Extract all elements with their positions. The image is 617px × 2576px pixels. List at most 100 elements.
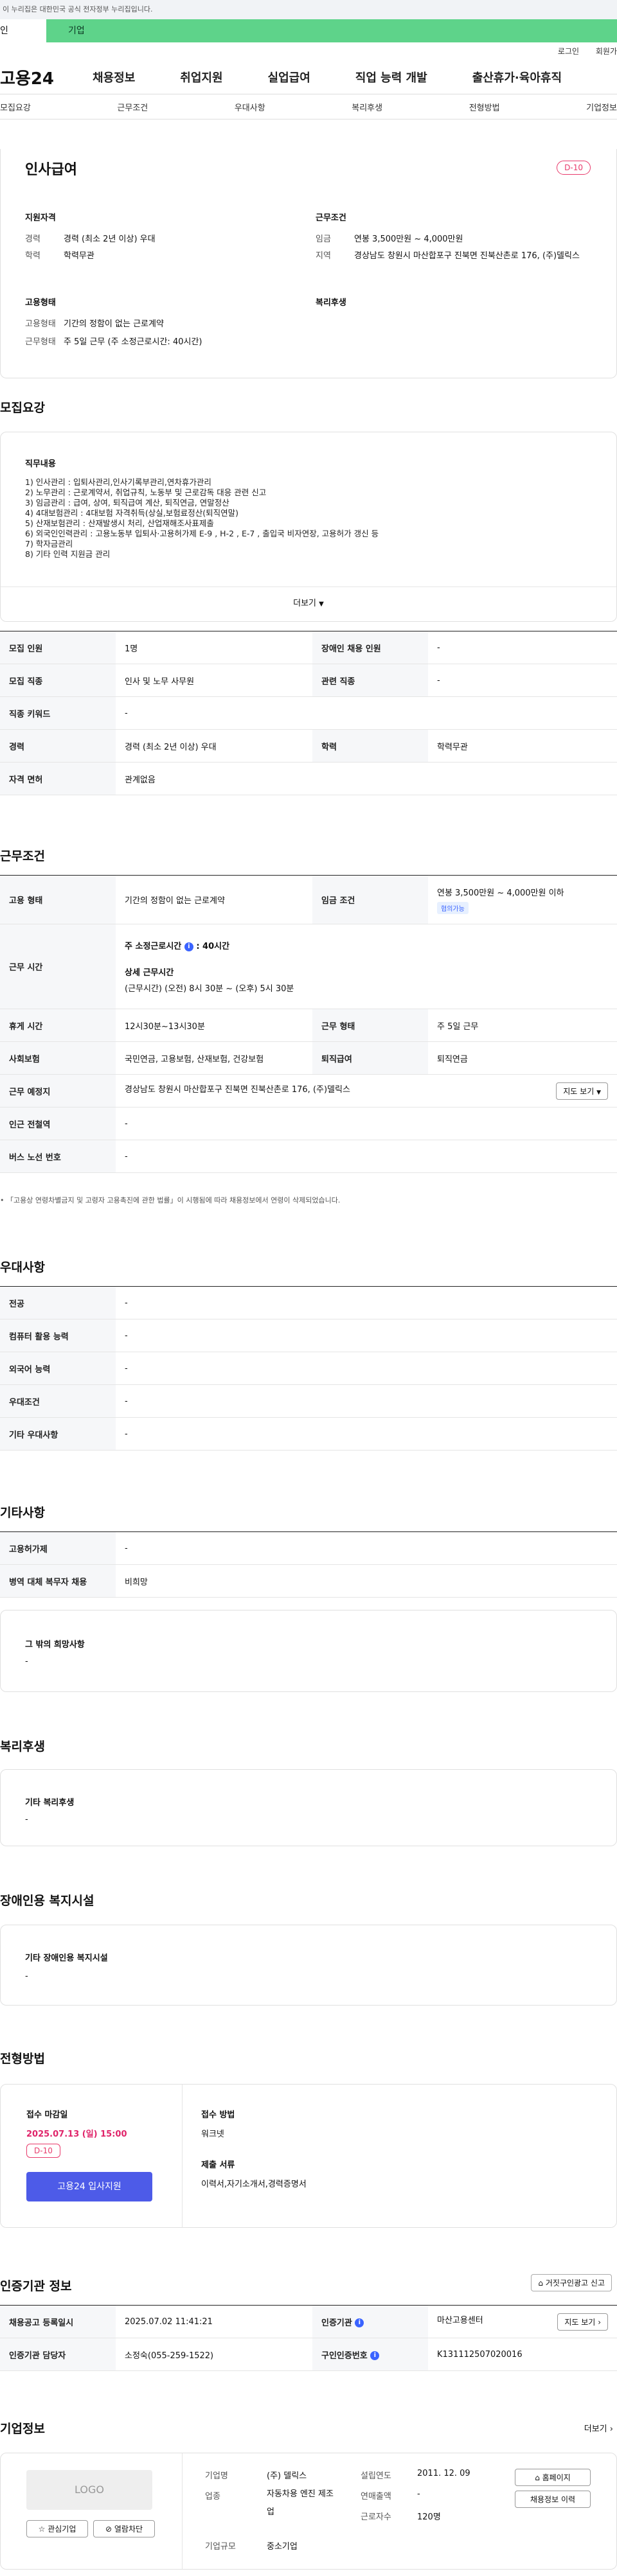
wage-value: 연봉 3,500만원 ~ 4,000만원 이하 (437, 888, 564, 898)
org-key-cell: 인증기관 i (312, 2305, 428, 2338)
wage-key: 임금 (316, 234, 331, 244)
table-value: 학력무관 (428, 729, 617, 763)
chevron-right-icon: › (609, 2424, 613, 2434)
emptype-row: 고용형태 기간의 정함이 없는 근로계약 (25, 316, 164, 333)
site-logo[interactable]: 고용24 (0, 66, 54, 89)
nav-jobs[interactable]: 채용정보 (93, 69, 135, 85)
block-button[interactable]: ⊘ 열람차단 (93, 2520, 155, 2537)
station-key: 인근 전철역 (0, 1107, 116, 1140)
anchor-recruit[interactable]: 모집요강 (0, 101, 31, 113)
career-row: 경력 경력 (최소 2년 이상) 우대 (25, 231, 156, 248)
tab-company[interactable]: 기업 (46, 19, 126, 42)
table-row: 채용공고 등록일시 2025.07.02 11:41:21 인증기관 i 마산고… (0, 2305, 617, 2338)
age-notice-text: 「고용상 연령차별금지 및 고령자 고용촉진에 관한 법률」이 시행됨에 따라 … (6, 1196, 341, 1204)
job-history-button[interactable]: 채용정보 이력 (515, 2491, 591, 2508)
map-button-label: 지도 보기 (563, 1086, 595, 1096)
table-key: 모집 직종 (0, 664, 116, 697)
page: 이 누리집은 대한민국 공식 전자정부 누리집입니다. 인 기업 로그인 회원가… (0, 0, 617, 2576)
disabled-heading: 장애인용 복지시설 (0, 1894, 94, 1908)
tab-individual[interactable]: 인 (0, 19, 46, 42)
emp-value: 기간의 정함이 없는 근로계약 (116, 875, 312, 924)
table-row: 모집 직종 인사 및 노무 사무원 관련 직종 - (0, 664, 617, 697)
wage-key: 임금 조건 (312, 875, 428, 924)
industry-value: 자동차용 엔진 제조업 (267, 2489, 334, 2517)
service-tabs: 인 기업 (0, 19, 617, 42)
anchor-preference[interactable]: 우대사항 (235, 101, 265, 113)
process-heading: 전형방법 (0, 2052, 45, 2066)
job-desc-line: 7) 학자금관리 (25, 539, 73, 549)
ret-key: 퇴직급여 (312, 1041, 428, 1075)
table-row: 외국어 능력 - (0, 1352, 617, 1385)
hours-total-value: : 40시간 (196, 942, 230, 951)
nav-parental-leave[interactable]: 출산휴가·육아휴직 (472, 69, 562, 85)
org-cell: 마산고용센터 지도 보기 › (428, 2305, 617, 2338)
interest-button[interactable]: ☆ 관심기업 (26, 2520, 88, 2537)
size-value: 중소기업 (267, 2542, 298, 2552)
table-value: 비희망 (116, 1564, 617, 1598)
star-icon: ☆ (38, 2525, 46, 2534)
table-row: 자격 면허 관계없음 (0, 762, 617, 795)
hours-cell: 주 소정근로시간 i : 40시간 상세 근무시간 (근무시간) (오전) 8시… (116, 924, 617, 1009)
info-icon[interactable]: i (370, 2351, 380, 2360)
year-key: 설립연도 (361, 2471, 391, 2481)
table-row: 인근 전철역 - (0, 1107, 617, 1140)
deadline-value: 2025.07.13 (일) 15:00 (26, 2130, 127, 2139)
employees-value: 120명 (417, 2512, 441, 2522)
chevron-down-icon: ▼ (596, 1089, 601, 1096)
cert-map-button[interactable]: 지도 보기 › (557, 2313, 608, 2331)
year-value: 2011. 12. 09 (417, 2469, 470, 2478)
table-row: 경력 경력 (최소 2년 이상) 우대 학력 학력무관 (0, 729, 617, 763)
more-toggle[interactable]: 더보기 ▼ (1, 587, 616, 621)
wage-value: 연봉 3,500만원 ~ 4,000만원 (354, 234, 463, 244)
worktype-key: 근무형태 (25, 337, 56, 347)
others-heading: 기타사항 (0, 1506, 45, 1520)
info-icon[interactable]: i (355, 2318, 364, 2327)
nav-unemployment-benefit[interactable]: 실업급여 (268, 69, 310, 85)
nav-vocational-training[interactable]: 직업 능력 개발 (355, 69, 427, 85)
signup-link[interactable]: 회원가 (596, 47, 617, 56)
table-row: 전공 - (0, 1286, 617, 1319)
summary-card: 인사급여 D-10 지원자격 경력 경력 (최소 2년 이상) 우대 학력 학력무관… (0, 149, 617, 378)
hours-detail-title: 상세 근무시간 (125, 968, 174, 978)
nav-employment-support[interactable]: 취업지원 (180, 69, 222, 85)
emp-heading: 고용형태 (25, 298, 56, 308)
table-row: 컴퓨터 활용 능력 - (0, 1319, 617, 1352)
table-value: 관계없음 (116, 762, 617, 795)
sales-value: - (417, 2489, 420, 2499)
preference-heading: 우대사항 (0, 1260, 45, 1275)
global-nav: 고용24 채용정보 취업지원 실업급여 직업 능력 개발 출산휴가·육아휴직 (0, 60, 617, 94)
job-desc-card: 직무내용 1) 인사관리 : 입퇴사관리,인사기록부관리,연차휴가관리 2) 노무… (0, 432, 617, 622)
industry-key: 업종 (205, 2492, 220, 2501)
anchor-process[interactable]: 전형방법 (469, 101, 500, 113)
station-value: - (116, 1107, 617, 1140)
company-more-link[interactable]: 더보기 › (584, 2422, 613, 2434)
table-row: 직종 키워드 - (0, 696, 617, 730)
anchor-conditions[interactable]: 근무조건 (117, 101, 148, 113)
reg-key: 채용공고 등록일시 (0, 2305, 116, 2338)
table-value: 인사 및 노무 사무원 (116, 664, 312, 697)
map-button[interactable]: 지도 보기 ▼ (556, 1082, 608, 1100)
anchor-welfare[interactable]: 복리후생 (352, 101, 382, 113)
num-key-cell: 구인인증번호 i (312, 2338, 428, 2371)
company-logo: LOGO (26, 2470, 152, 2510)
num-value: K131112507020016 (428, 2338, 617, 2371)
report-label: 거짓구인광고 신고 (545, 2279, 605, 2288)
cert-heading: 인증기관 정보 (0, 2279, 72, 2293)
info-icon[interactable]: i (184, 942, 193, 951)
edu-value: 학력무관 (64, 251, 94, 261)
false-ad-report-button[interactable]: ⌂ 거짓구인광고 신고 (531, 2274, 612, 2291)
table-key: 관련 직종 (312, 664, 428, 697)
login-link[interactable]: 로그인 (558, 47, 579, 56)
emptype-value: 기간의 정함이 없는 근로계약 (64, 319, 164, 329)
cert-table: 채용공고 등록일시 2025.07.02 11:41:21 인증기관 i 마산고… (0, 2305, 617, 2371)
anchor-company[interactable]: 기업정보 (586, 101, 617, 113)
table-key: 모집 인원 (0, 631, 116, 664)
dday-badge: D-10 (557, 161, 591, 175)
homepage-button[interactable]: ⌂ 홈페이지 (515, 2469, 591, 2486)
apply-button[interactable]: 고용24 입사지원 (26, 2172, 152, 2201)
name-value: (주) 델릭스 (267, 2471, 307, 2481)
house-icon: ⌂ (538, 2279, 544, 2288)
deadline-title: 접수 마감일 (26, 2110, 68, 2120)
table-key: 자격 면허 (0, 762, 116, 795)
table-value: - (116, 1352, 617, 1385)
